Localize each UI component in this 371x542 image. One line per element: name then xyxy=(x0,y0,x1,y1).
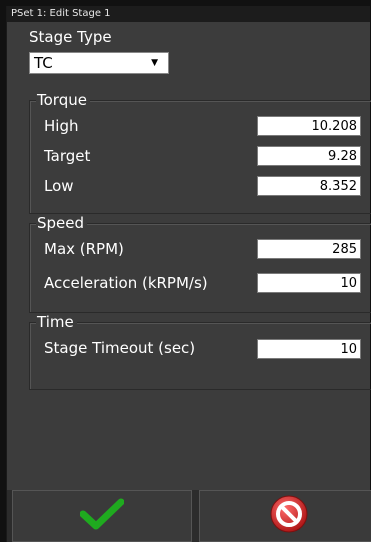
speed-max-input[interactable] xyxy=(257,239,361,259)
window-title: PSet 1: Edit Stage 1 xyxy=(7,6,370,22)
stage-timeout-label: Stage Timeout (sec) xyxy=(44,339,196,357)
torque-high-input[interactable] xyxy=(257,116,361,136)
stage-type-select[interactable]: TC ▼ xyxy=(29,52,169,74)
speed-acceleration-label: Acceleration (kRPM/s) xyxy=(44,274,208,292)
checkmark-icon xyxy=(79,498,125,534)
stage-timeout-input[interactable] xyxy=(257,339,361,359)
torque-low-input[interactable] xyxy=(257,176,361,196)
time-group-title: Time xyxy=(36,313,77,331)
torque-high-label: High xyxy=(44,117,79,135)
stage-type-label: Stage Type xyxy=(29,28,112,46)
torque-low-label: Low xyxy=(44,177,74,195)
speed-max-label: Max (RPM) xyxy=(44,240,124,258)
ok-button[interactable] xyxy=(12,490,192,542)
no-entry-icon xyxy=(269,494,309,538)
chevron-down-icon: ▼ xyxy=(151,58,158,68)
torque-group-title: Torque xyxy=(36,91,90,109)
stage-type-value: TC xyxy=(34,54,53,72)
cancel-button[interactable] xyxy=(199,490,371,542)
speed-acceleration-input[interactable] xyxy=(257,273,361,293)
speed-group-title: Speed xyxy=(36,214,88,232)
speed-group: Speed Max (RPM) Acceleration (kRPM/s) xyxy=(29,214,371,313)
torque-target-input[interactable] xyxy=(257,146,361,166)
torque-target-label: Target xyxy=(44,147,91,165)
